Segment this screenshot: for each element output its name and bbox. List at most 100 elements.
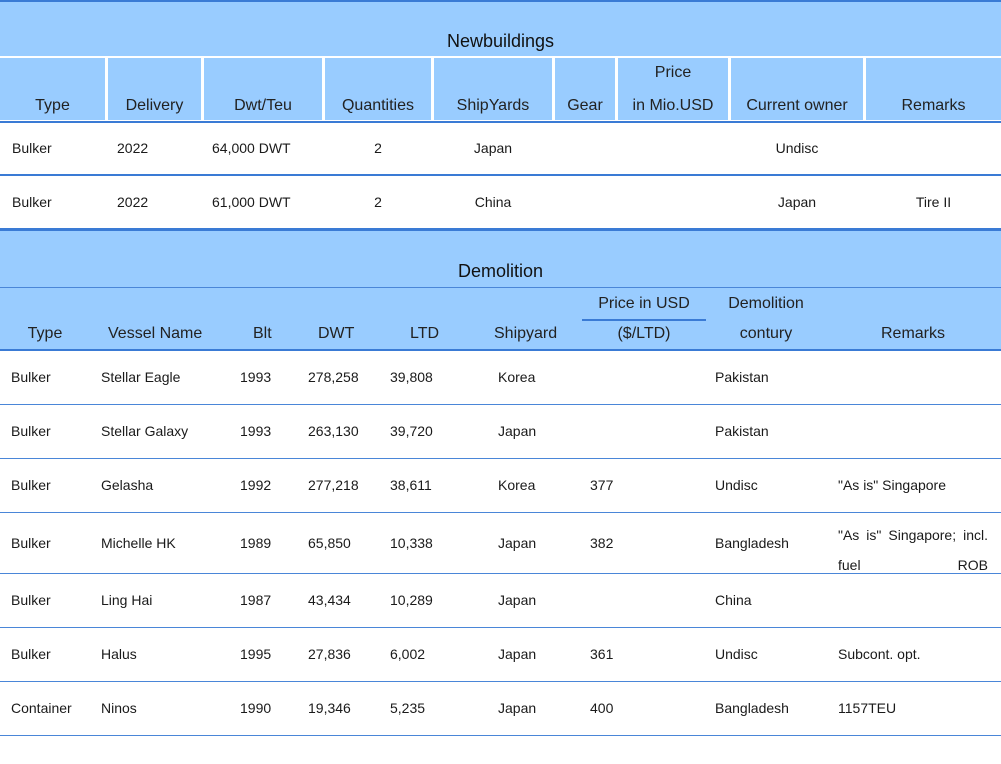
dm-header-demolition-line2: contury	[739, 325, 793, 342]
dm-cell-dwt: 277,218	[308, 477, 359, 493]
nb-cell-quantities: 2	[374, 194, 382, 210]
row-divider	[0, 404, 1001, 405]
dm-cell-blt: 1993	[240, 423, 272, 439]
nb-header-current-owner: Current owner	[731, 58, 863, 120]
dm-header-remarks: Remarks	[880, 325, 945, 342]
dm-cell-ltd: 38,611	[390, 477, 432, 493]
nb-cell-owner: Undisc	[775, 140, 819, 156]
nb-cell-owner: Japan	[777, 194, 817, 210]
dm-cell-shipyard: Japan	[498, 423, 537, 439]
dm-header-type: Type	[27, 325, 63, 342]
dm-cell-remarks: "As is" Singapore; incl. fuel ROB	[838, 527, 988, 573]
row-divider	[0, 174, 1001, 176]
dm-header-dwt: DWT	[318, 325, 355, 342]
dm-cell-dwt: 27,836	[308, 646, 351, 662]
dm-cell-shipyard: Japan	[498, 592, 537, 608]
dm-cell-country: Pakistan	[715, 369, 769, 385]
newbuildings-title-band: Newbuildings	[0, 2, 1001, 56]
dm-cell-price: 377	[590, 477, 614, 493]
row-divider	[0, 735, 1001, 736]
dm-cell-country: Undisc	[715, 477, 758, 493]
dm-cell-type: Container	[11, 700, 72, 716]
dm-cell-shipyard: Japan	[498, 535, 537, 551]
dm-cell-vessel: Michelle HK	[101, 535, 176, 551]
nb-cell-dwt: 61,000 DWT	[212, 194, 291, 210]
dm-cell-blt: 1990	[240, 700, 272, 716]
dm-header-ltd: LTD	[410, 325, 440, 342]
nb-cell-quantities: 2	[374, 140, 382, 156]
dm-cell-price: 400	[590, 700, 614, 716]
dm-cell-type: Bulker	[11, 592, 51, 608]
dm-cell-country: China	[715, 592, 752, 608]
dm-cell-ltd: 10,289	[390, 592, 433, 608]
dm-cell-dwt: 65,850	[308, 535, 351, 551]
nb-header-dwt-teu: Dwt/Teu	[204, 58, 322, 120]
dm-cell-vessel: Ninos	[101, 700, 137, 716]
dm-cell-ltd: 39,720	[390, 423, 433, 439]
dm-cell-ltd: 5,235	[390, 700, 426, 716]
dm-header-price-line2: ($/LTD)	[617, 325, 671, 342]
dm-cell-price: 361	[590, 646, 614, 662]
dm-cell-dwt: 278,258	[308, 369, 359, 385]
nb-header-gear: Gear	[555, 58, 615, 120]
nb-cell-shipyards: Japan	[473, 140, 513, 156]
dm-cell-vessel: Gelasha	[101, 477, 154, 493]
dm-cell-type: Bulker	[11, 477, 51, 493]
dm-cell-remarks: Subcont. opt.	[838, 646, 921, 662]
dm-header-shipyard: Shipyard	[494, 325, 558, 342]
newbuildings-title: Newbuildings	[446, 31, 555, 51]
dm-cell-type: Bulker	[11, 535, 51, 551]
nb-cell-remarks: Tire II	[915, 194, 952, 210]
nb-header-type: Type	[0, 58, 105, 120]
dm-cell-vessel: Halus	[101, 646, 137, 662]
dm-cell-blt: 1995	[240, 646, 272, 662]
dm-cell-shipyard: Japan	[498, 646, 537, 662]
dm-cell-type: Bulker	[11, 646, 51, 662]
dm-cell-country: Undisc	[715, 646, 758, 662]
dm-cell-blt: 1989	[240, 535, 272, 551]
dm-cell-vessel: Ling Hai	[101, 592, 153, 608]
nb-cell-type: Bulker	[12, 140, 52, 156]
dm-cell-ltd: 10,338	[390, 535, 433, 551]
dm-cell-blt: 1987	[240, 592, 272, 608]
dm-header-price-line1: Price in USD	[598, 295, 690, 312]
dm-cell-shipyard: Japan	[498, 700, 537, 716]
nb-cell-delivery: 2022	[117, 194, 149, 210]
nb-cell-shipyards: China	[474, 194, 512, 210]
demolition-title-band: Demolition	[0, 231, 1001, 287]
dm-cell-vessel: Stellar Eagle	[101, 369, 181, 385]
dm-cell-dwt: 263,130	[308, 423, 359, 439]
nb-header-price: Price in Mio.USD	[618, 58, 728, 120]
dm-header-demolition-line1: Demolition	[728, 295, 804, 312]
nb-header-divider	[0, 121, 1001, 123]
dm-cell-shipyard: Korea	[498, 477, 536, 493]
dm-cell-country: Pakistan	[715, 423, 769, 439]
nb-cell-type: Bulker	[12, 194, 52, 210]
dm-header-price-underline	[582, 319, 706, 321]
nb-header-shipyards: ShipYards	[434, 58, 552, 120]
nb-header-remarks: Remarks	[866, 58, 1001, 120]
nb-cell-delivery: 2022	[117, 140, 149, 156]
dm-cell-blt: 1992	[240, 477, 272, 493]
dm-cell-type: Bulker	[11, 369, 51, 385]
dm-cell-ltd: 39,808	[390, 369, 433, 385]
row-divider	[0, 681, 1001, 682]
nb-cell-dwt: 64,000 DWT	[212, 140, 291, 156]
row-divider	[0, 573, 1001, 574]
dm-cell-dwt: 43,434	[308, 592, 351, 608]
dm-cell-price: 382	[590, 535, 614, 551]
row-divider	[0, 458, 1001, 459]
dm-cell-remarks: "As is" Singapore	[838, 477, 946, 493]
dm-cell-ltd: 6,002	[390, 646, 426, 662]
dm-cell-country: Bangladesh	[715, 700, 789, 716]
dm-cell-remarks: 1157TEU	[838, 700, 897, 716]
dm-header-vessel-name: Vessel Name	[108, 325, 203, 342]
nb-header-delivery: Delivery	[108, 58, 201, 120]
dm-cell-blt: 1993	[240, 369, 272, 385]
dm-cell-type: Bulker	[11, 423, 51, 439]
nb-header-quantities: Quantities	[325, 58, 431, 120]
dm-cell-dwt: 19,346	[308, 700, 351, 716]
demolition-title: Demolition	[457, 261, 544, 281]
dm-cell-country: Bangladesh	[715, 535, 789, 551]
dm-cell-vessel: Stellar Galaxy	[101, 423, 189, 439]
